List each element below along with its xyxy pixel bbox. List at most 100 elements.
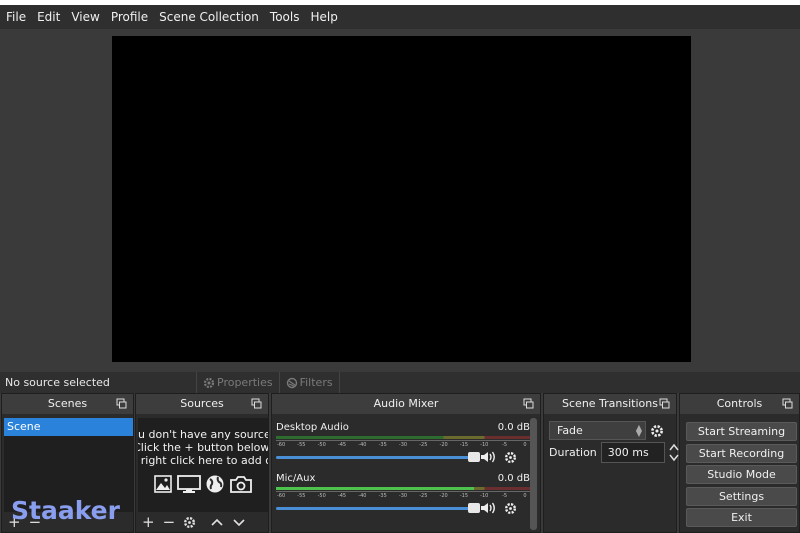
volume-slider-handle[interactable]	[468, 451, 480, 462]
properties-button[interactable]: Properties	[196, 372, 279, 393]
meter-tick-label: -10	[480, 493, 489, 499]
add-source-button[interactable]: +	[142, 513, 155, 531]
filters-button[interactable]: Filters	[278, 372, 340, 393]
meter-tick-label: -20	[439, 442, 448, 448]
move-down-icon[interactable]	[232, 516, 246, 528]
sources-toolbar: + −	[142, 513, 246, 531]
meter-tick-label: -5	[502, 442, 508, 448]
transition-selected-value: Fade	[557, 424, 583, 437]
menu-edit[interactable]: Edit	[33, 5, 64, 29]
meter-tick-label: -60	[276, 493, 286, 499]
empty-line-1: You don't have any sources.	[138, 428, 268, 441]
duration-row: Duration 300 ms	[549, 442, 680, 463]
filter-icon	[286, 377, 297, 388]
channel-settings-gear-icon[interactable]	[504, 451, 517, 464]
move-up-icon[interactable]	[210, 516, 224, 528]
meter-tick-label: -60	[276, 442, 286, 448]
sources-title: Sources	[136, 394, 268, 414]
mixer-channel-mic-aux: Mic/Aux 0.0 dB -60 -55 -50 -45 -40 -35 -30 -25-…	[276, 473, 530, 515]
volume-row	[276, 501, 530, 515]
menu-view[interactable]: View	[67, 5, 103, 29]
meter-tick-label: -45	[337, 493, 347, 499]
channel-db: 0.0 dB	[497, 422, 530, 433]
speaker-icon[interactable]	[480, 501, 498, 515]
start-streaming-button[interactable]: Start Streaming	[686, 422, 797, 441]
settings-button[interactable]: Settings	[686, 487, 797, 506]
no-source-label: No source selected	[5, 376, 110, 389]
menu-help[interactable]: Help	[306, 5, 341, 29]
updown-arrow-icon: ▲ ▼	[635, 423, 642, 438]
source-settings-gear-icon[interactable]	[183, 516, 196, 529]
globe-icon	[206, 475, 224, 493]
watermark-text: Staaker	[11, 496, 120, 525]
float-icon[interactable]	[659, 398, 670, 409]
preview-canvas[interactable]	[112, 36, 691, 362]
float-icon[interactable]	[251, 398, 262, 409]
volume-slider-handle[interactable]	[468, 502, 480, 513]
meter-tick-label: -15	[459, 493, 469, 499]
preview-area	[0, 29, 800, 372]
source-type-icons	[138, 474, 268, 494]
meter-tick-label: -55	[297, 442, 306, 448]
volume-row	[276, 450, 530, 464]
filters-label: Filters	[299, 376, 333, 389]
start-recording-button[interactable]: Start Recording	[686, 444, 797, 463]
empty-line-3: or right click here to add one.	[138, 454, 268, 467]
transitions-title-text: Scene Transitions	[562, 397, 658, 410]
duration-input[interactable]: 300 ms	[600, 442, 665, 463]
controls-title: Controls	[680, 394, 799, 414]
scenes-title-text: Scenes	[47, 397, 88, 410]
menu-tools[interactable]: Tools	[266, 5, 304, 29]
meter-tick-label: -35	[378, 493, 387, 499]
channel-settings-gear-icon[interactable]	[504, 502, 517, 515]
menu-profile[interactable]: Profile	[107, 5, 152, 29]
scene-item[interactable]: Scene	[4, 418, 133, 436]
empty-line-2: Click the + button below,	[138, 441, 268, 454]
float-icon[interactable]	[523, 398, 534, 409]
meter-tick-label: -45	[337, 442, 347, 448]
meter-tick-label: -15	[459, 442, 469, 448]
properties-label: Properties	[217, 376, 273, 389]
transition-select[interactable]: Fade ▲ ▼	[549, 421, 646, 440]
channel-db: 0.0 dB	[497, 473, 530, 484]
monitor-icon	[177, 475, 201, 493]
volume-slider[interactable]	[276, 502, 480, 513]
exit-button[interactable]: Exit	[686, 508, 797, 527]
duration-label: Duration	[549, 446, 597, 459]
meter-tick-label: -40	[358, 442, 367, 448]
meter-tick-label: -20	[439, 493, 448, 499]
menu-bar: File Edit View Profile Scene Collection …	[0, 5, 800, 29]
float-icon[interactable]	[782, 398, 793, 409]
spin-arrows-icon[interactable]	[668, 442, 680, 463]
transitions-title: Scene Transitions	[544, 394, 676, 414]
volume-meter	[276, 436, 530, 439]
meter-tick-label: -35	[378, 442, 387, 448]
sources-list[interactable]: You don't have any sources. Click the + …	[138, 418, 268, 512]
remove-source-button[interactable]: −	[163, 513, 176, 531]
meter-tick-label: -50	[317, 493, 326, 499]
sources-empty-message: You don't have any sources. Click the + …	[138, 428, 268, 467]
volume-meter	[276, 487, 530, 490]
mixer-title: Audio Mixer	[272, 394, 540, 414]
menu-file[interactable]: File	[2, 5, 30, 29]
studio-mode-button[interactable]: Studio Mode	[686, 465, 797, 484]
scene-transitions-dock: Scene Transitions Fade ▲ ▼ Duration 300 m…	[543, 393, 680, 533]
menu-scene-collection[interactable]: Scene Collection	[155, 5, 263, 29]
speaker-icon[interactable]	[480, 450, 498, 464]
transition-settings-gear-icon[interactable]	[650, 424, 664, 438]
mixer-title-text: Audio Mixer	[373, 397, 439, 410]
volume-slider[interactable]	[276, 451, 480, 462]
meter-tick-label: -25	[419, 493, 428, 499]
meter-tick-label: -30	[398, 493, 408, 499]
audio-mixer-dock: Audio Mixer Desktop Audio 0.0 dB -60 -55 -…	[271, 393, 541, 533]
controls-dock: Controls Start Streaming Start Recording…	[679, 393, 800, 533]
float-icon[interactable]	[116, 398, 127, 409]
mixer-channel-desktop-audio: Desktop Audio 0.0 dB -60 -55 -50 -45 -40 -35-…	[276, 422, 530, 464]
meter-tick-label: -5	[502, 493, 508, 499]
meter-ticks: -60 -55 -50 -45 -40 -35 -30 -25 -20 -15 -10 -5 0	[276, 491, 530, 500]
sources-dock: Sources You don't have any sources. Clic…	[135, 393, 269, 533]
scenes-title: Scenes	[2, 394, 133, 414]
source-toolbar: No source selected Properties Filters	[0, 372, 800, 393]
mixer-scrollbar[interactable]	[530, 418, 537, 530]
meter-tick-label: 0	[523, 493, 527, 499]
